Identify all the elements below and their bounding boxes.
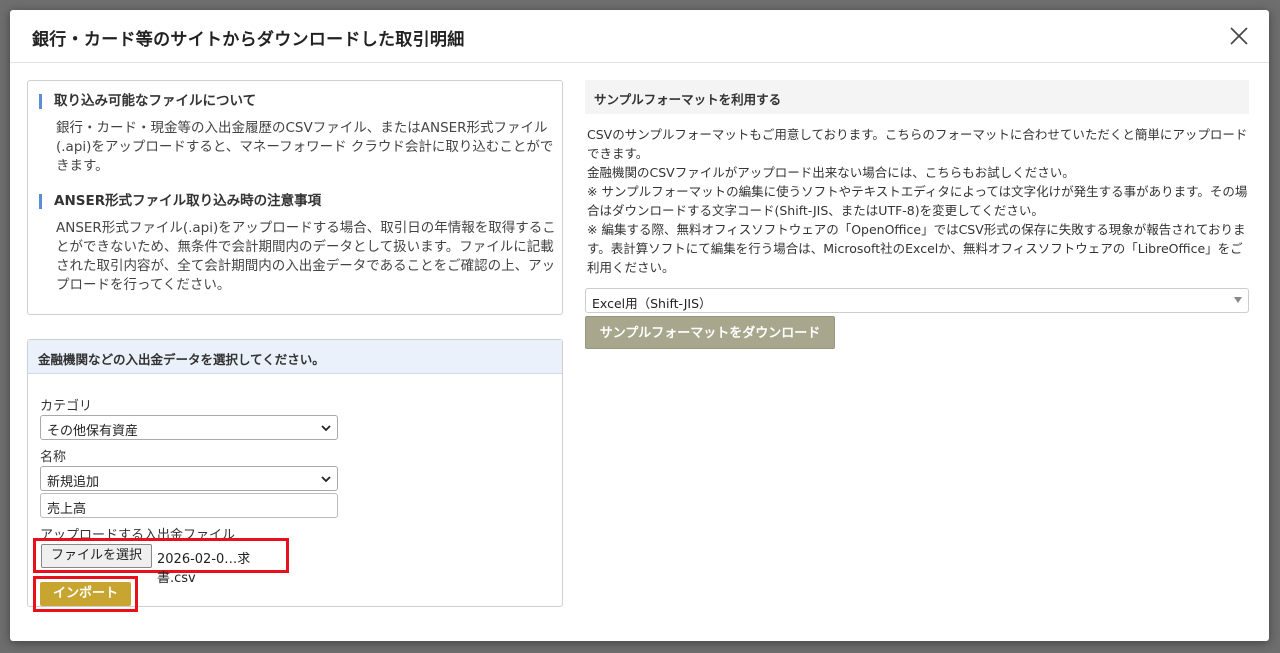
category-select[interactable]: その他保有資産 bbox=[40, 415, 338, 440]
chevron-down-icon bbox=[321, 425, 331, 432]
sample-text-line1: CSVのサンプルフォーマットもご用意しております。こちらのフォーマットに合わせて… bbox=[587, 127, 1248, 161]
sample-text-line2: 金融機関のCSVファイルがアップロード出来ない場合には、こちらもお試しください。 bbox=[587, 165, 1075, 180]
sample-format-description: CSVのサンプルフォーマットもご用意しております。こちらのフォーマットに合わせて… bbox=[587, 125, 1253, 277]
close-icon[interactable] bbox=[1227, 24, 1251, 48]
selected-file-name: 2026-02-0…求書.csv bbox=[157, 552, 251, 586]
chevron-down-icon bbox=[321, 476, 331, 483]
format-select-value: Excel用（Shift-JIS） bbox=[592, 296, 712, 311]
download-sample-button[interactable]: サンプルフォーマットをダウンロード bbox=[585, 316, 835, 349]
name-select-value: 新規追加 bbox=[47, 475, 100, 490]
file-input-highlight: ファイルを選択 2026-02-0…求書.csv bbox=[33, 538, 289, 586]
category-label: カテゴリ bbox=[40, 399, 93, 414]
sample-format-header: サンプルフォーマットを利用する bbox=[585, 80, 1249, 114]
caret-down-icon bbox=[1234, 297, 1242, 303]
file-info-box: 取り込み可能なファイルについて 銀行・カード・現金等の入出金履歴のCSVファイル… bbox=[27, 80, 563, 315]
format-select[interactable]: Excel用（Shift-JIS） bbox=[585, 288, 1249, 313]
import-button[interactable]: インポート bbox=[40, 582, 131, 606]
account-name-input-value: 売上高 bbox=[47, 502, 87, 517]
choose-file-button[interactable]: ファイルを選択 bbox=[41, 544, 152, 568]
name-label: 名称 bbox=[40, 450, 67, 465]
modal-header: 銀行・カード等のサイトからダウンロードした取引明細 bbox=[10, 10, 1269, 63]
category-select-value: その他保有資産 bbox=[47, 424, 139, 439]
select-panel-header: 金融機関などの入出金データを選択してください。 bbox=[28, 340, 562, 374]
name-select[interactable]: 新規追加 bbox=[40, 466, 338, 491]
select-panel-title: 金融機関などの入出金データを選択してください。 bbox=[38, 352, 325, 367]
info-text-anser-notes: ANSER形式ファイル(.api)をアップロードする場合、取引日の年情報を取得す… bbox=[56, 220, 556, 293]
institution-select-panel: 金融機関などの入出金データを選択してください。 カテゴリ その他保有資産 名称 … bbox=[27, 339, 563, 612]
info-heading-supported-files: 取り込み可能なファイルについて bbox=[39, 94, 256, 109]
info-heading-anser-notes: ANSER形式ファイル取り込み時の注意事項 bbox=[39, 194, 321, 209]
sample-text-line3: ※ サンプルフォーマットの編集に使うソフトやテキストエディタによっては文字化けが… bbox=[587, 184, 1248, 218]
import-button-highlight: インポート bbox=[33, 576, 138, 612]
sample-text-line4: ※ 編集する際、無料オフィスソフトウェアの「OpenOffice」ではCSV形式… bbox=[587, 222, 1246, 275]
sample-format-title: サンプルフォーマットを利用する bbox=[594, 92, 782, 107]
info-text-supported-files: 銀行・カード・現金等の入出金履歴のCSVファイル、またはANSER形式ファイル(… bbox=[56, 120, 554, 174]
upload-modal: 銀行・カード等のサイトからダウンロードした取引明細 取り込み可能なファイルについ… bbox=[10, 10, 1269, 641]
account-name-input[interactable]: 売上高 bbox=[40, 493, 338, 518]
modal-title: 銀行・カード等のサイトからダウンロードした取引明細 bbox=[32, 30, 465, 50]
